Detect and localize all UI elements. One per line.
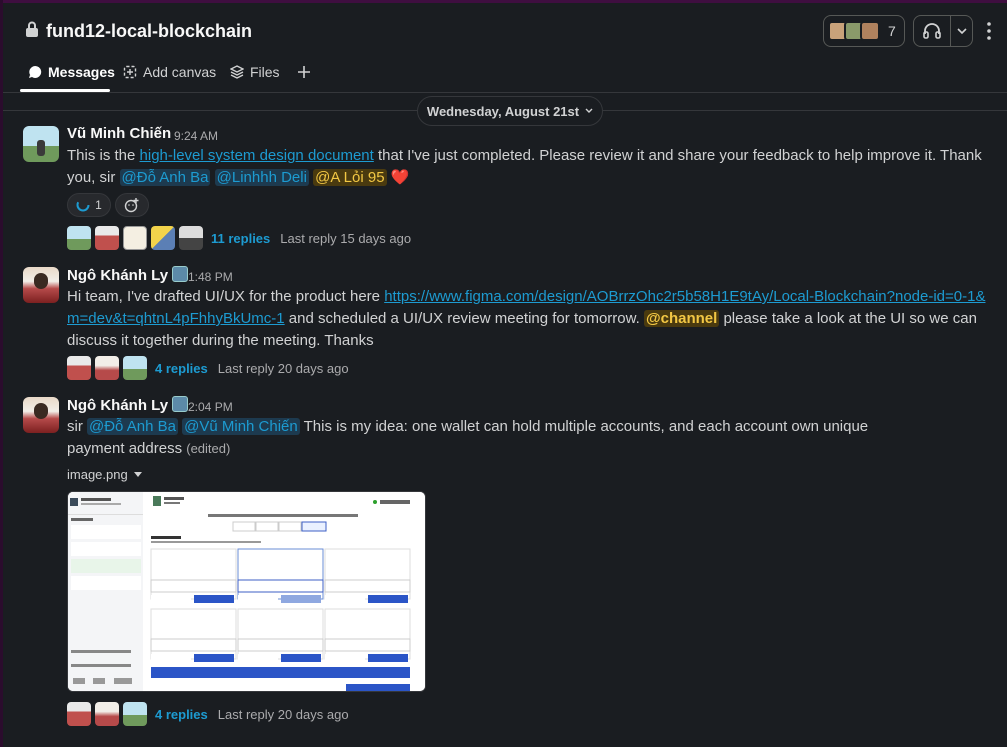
user-mention[interactable]: @Linhhh Deli <box>214 169 309 186</box>
thread-summary[interactable]: 4 replies Last reply 20 days ago <box>67 355 349 381</box>
add-reaction-button[interactable] <box>115 193 149 217</box>
channel-name[interactable]: fund12-local-blockchain <box>46 21 252 42</box>
date-label: Wednesday, August 21st <box>426 103 580 119</box>
heart-emoji: ❤️ <box>390 169 410 186</box>
loading-emoji-icon <box>76 198 90 212</box>
file-attachment-header[interactable]: image.png <box>67 467 142 482</box>
replies-count[interactable]: 4 replies <box>155 707 208 722</box>
reaction-count: 1 <box>95 198 102 212</box>
avatar[interactable] <box>23 267 59 303</box>
headphones-icon <box>923 23 941 39</box>
chevron-down-icon[interactable] <box>957 28 967 35</box>
replier-avatar <box>67 356 91 380</box>
huddle-divider <box>950 16 951 46</box>
replier-avatar <box>123 356 147 380</box>
huddle-button[interactable] <box>913 15 973 47</box>
member-count: 7 <box>888 23 896 39</box>
user-mention[interactable]: @Đỗ Anh Ba <box>119 169 211 186</box>
file-name: image.png <box>67 467 128 482</box>
status-badge-icon <box>172 266 189 282</box>
channel-tabs: Messages Add canvas Files <box>3 55 1007 93</box>
message-author[interactable]: Ngô Khánh Ly <box>67 266 189 284</box>
message-timestamp[interactable]: 2:04 PM <box>188 400 233 414</box>
author-name: Ngô Khánh Ly <box>67 397 169 414</box>
last-reply: Last reply 20 days ago <box>217 706 349 722</box>
message-body: sir @Đỗ Anh Ba @Vũ Minh Chiến This is my… <box>67 416 927 460</box>
author-name: Ngô Khánh Ly <box>67 267 169 284</box>
replier-avatar <box>95 226 119 250</box>
user-mention[interactable]: @Đỗ Anh Ba <box>87 418 178 435</box>
add-tab-icon[interactable] <box>297 65 311 79</box>
window-left-border <box>0 0 3 747</box>
message-text: sir <box>67 418 87 435</box>
replier-avatar <box>123 226 147 250</box>
replier-avatar <box>67 226 91 250</box>
chevron-down-icon <box>585 108 593 113</box>
message-text: and scheduled a UI/UX review meeting for… <box>284 310 644 327</box>
lock-icon <box>26 21 38 37</box>
thread-summary[interactable]: 4 replies Last reply 20 days ago <box>67 701 349 727</box>
user-mention[interactable]: @Vũ Minh Chiến <box>182 418 300 435</box>
more-options-icon[interactable] <box>987 21 991 41</box>
wallet-ui-mockup-image <box>68 492 425 691</box>
replier-avatar <box>95 702 119 726</box>
caret-down-icon <box>133 471 142 477</box>
date-divider[interactable]: Wednesday, August 21st <box>417 96 603 126</box>
message-timestamp[interactable]: 9:24 AM <box>174 129 218 143</box>
message-body: This is the high-level system design doc… <box>67 145 992 189</box>
message-text: This is the <box>67 147 140 164</box>
tab-label: Files <box>250 64 280 80</box>
tab-label: Messages <box>48 64 115 80</box>
replier-avatar <box>151 226 175 250</box>
status-badge-icon <box>172 396 189 412</box>
replier-avatar <box>67 702 91 726</box>
files-icon <box>230 65 244 79</box>
reaction-pill[interactable]: 1 <box>67 193 111 217</box>
tab-label: Add canvas <box>143 64 217 80</box>
tab-messages[interactable]: Messages <box>28 64 115 80</box>
replier-avatar <box>123 702 147 726</box>
message-text: Hi team, I've drafted UI/UX for the prod… <box>67 288 385 305</box>
replier-avatar <box>95 356 119 380</box>
tab-add-canvas[interactable]: Add canvas <box>123 64 216 80</box>
replier-avatar <box>179 226 203 250</box>
last-reply: Last reply 15 days ago <box>280 230 412 246</box>
channel-mention[interactable]: @channel <box>643 310 720 327</box>
edited-label: (edited) <box>186 441 231 456</box>
member-avatar <box>860 21 880 41</box>
message-author[interactable]: Ngô Khánh Ly <box>67 396 189 414</box>
thread-summary[interactable]: 11 replies Last reply 15 days ago <box>67 225 411 251</box>
image-attachment[interactable] <box>67 491 426 692</box>
members-button[interactable]: 7 <box>823 15 905 47</box>
replies-count[interactable]: 4 replies <box>155 361 208 376</box>
message-body: Hi team, I've drafted UI/UX for the prod… <box>67 286 992 352</box>
active-tab-indicator <box>20 89 110 92</box>
avatar[interactable] <box>23 397 59 433</box>
canvas-icon <box>123 65 137 79</box>
message-timestamp[interactable]: 1:48 PM <box>188 270 233 284</box>
avatar[interactable] <box>23 126 59 162</box>
message-icon <box>29 65 42 78</box>
document-link[interactable]: high-level system design document <box>140 147 374 164</box>
last-reply: Last reply 20 days ago <box>217 360 349 376</box>
user-mention[interactable]: @A Lỏi 95 <box>313 169 387 186</box>
replies-count[interactable]: 11 replies <box>211 231 270 246</box>
channel-header: fund12-local-blockchain 7 <box>3 3 1007 55</box>
add-emoji-icon <box>124 198 139 213</box>
message-author[interactable]: Vũ Minh Chiến <box>67 125 171 142</box>
tab-files[interactable]: Files <box>230 64 280 80</box>
